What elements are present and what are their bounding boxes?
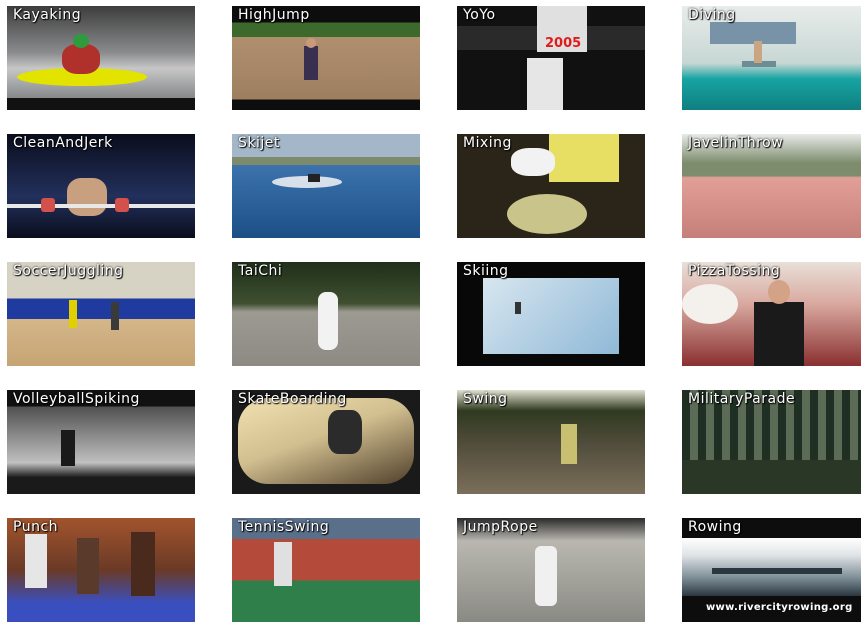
tile-militaryparade: MilitaryParade [682, 390, 861, 494]
tile-skiing: Skiing [457, 262, 645, 366]
tile-tennisswing: TennisSwing [232, 518, 420, 622]
tile-label: Rowing [688, 519, 742, 535]
tile-diving: Diving [682, 6, 861, 110]
tile-label: PizzaTossing [688, 263, 781, 279]
tile-punch: Punch [7, 518, 195, 622]
tile-pizzatossing: PizzaTossing [682, 262, 861, 366]
tile-label: Swing [463, 391, 508, 407]
tile-label: Diving [688, 7, 736, 23]
tile-jumprope: JumpRope [457, 518, 645, 622]
tile-label: Mixing [463, 135, 512, 151]
tile-label: TaiChi [238, 263, 283, 279]
tile-label: CleanAndJerk [13, 135, 113, 151]
tile-skijet: Skijet [232, 134, 420, 238]
tile-label: HighJump [238, 7, 310, 23]
tile-label: Kayaking [13, 7, 82, 23]
tile-skateboarding: SkateBoarding [232, 390, 420, 494]
tile-cleanandjerk: CleanAndJerk [7, 134, 195, 238]
tile-mixing: Mixing [457, 134, 645, 238]
tile-volleyballspiking: VolleyballSpiking [7, 390, 195, 494]
video-thumbnail-grid: Kayaking HighJump 2005 YoYo Diving Clean… [0, 0, 861, 623]
tile-javelinthrow: JavelinThrow [682, 134, 861, 238]
tile-kayaking: Kayaking [7, 6, 195, 110]
tile-yoyo: 2005 YoYo [457, 6, 645, 110]
tile-label: Skijet [238, 135, 280, 151]
tile-soccerjuggling: SoccerJuggling [7, 262, 195, 366]
tile-label: SkateBoarding [238, 391, 347, 407]
tile-label: YoYo [463, 7, 496, 23]
tile-label: MilitaryParade [688, 391, 796, 407]
tile-label: SoccerJuggling [13, 263, 124, 279]
tile-highjump: HighJump [232, 6, 420, 110]
tile-label: Punch [13, 519, 59, 535]
tile-label: JumpRope [463, 519, 538, 535]
tile-taichi: TaiChi [232, 262, 420, 366]
tile-label: Skiing [463, 263, 509, 279]
tile-label: VolleyballSpiking [13, 391, 140, 407]
tile-label: TennisSwing [238, 519, 330, 535]
rowing-watermark-text: www.rivercityrowing.org [706, 602, 853, 613]
tile-swing: Swing [457, 390, 645, 494]
tile-rowing: www.rivercityrowing.org Rowing [682, 518, 861, 622]
banner-year: 2005 [545, 36, 582, 51]
tile-label: JavelinThrow [688, 135, 784, 151]
